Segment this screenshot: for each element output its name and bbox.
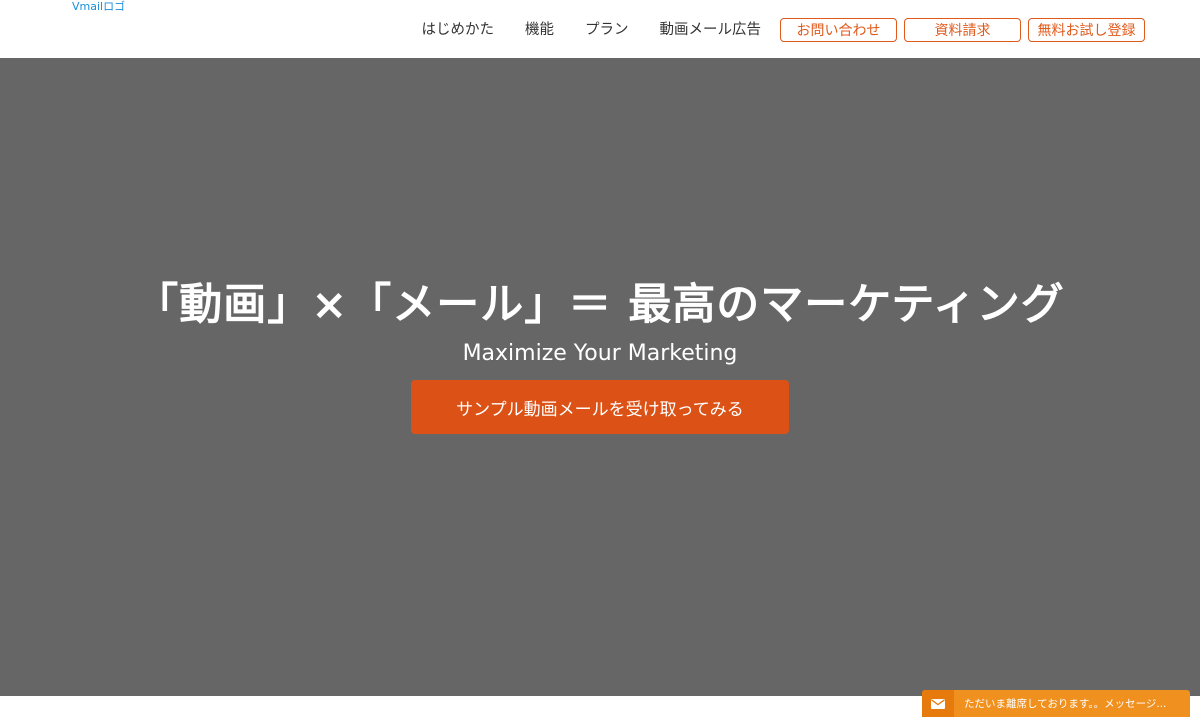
sample-video-mail-button[interactable]: サンプル動画メールを受け取ってみる <box>411 380 789 434</box>
site-header: Vmailロゴ はじめかた 機能 プラン 動画メール広告 お問い合わせ 資料請求… <box>0 0 1200 58</box>
envelope-icon <box>922 690 954 717</box>
nav-link-plans[interactable]: プラン <box>585 18 629 42</box>
chat-widget[interactable]: ただいま離席しております。。メッセージ... <box>922 690 1190 717</box>
hero-title: 「動画」×「メール」＝ 最高のマーケティング <box>135 280 1065 330</box>
nav-link-getting-started[interactable]: はじめかた <box>422 18 495 42</box>
chat-status-text: ただいま離席しております。。メッセージ... <box>964 698 1167 710</box>
hero-subtitle: Maximize Your Marketing <box>462 341 738 366</box>
contact-button[interactable]: お問い合わせ <box>780 18 897 42</box>
nav-link-features[interactable]: 機能 <box>525 18 554 42</box>
hero-section: 「動画」×「メール」＝ 最高のマーケティング Maximize Your Mar… <box>0 58 1200 696</box>
request-materials-button[interactable]: 資料請求 <box>904 18 1021 42</box>
main-nav: はじめかた 機能 プラン 動画メール広告 お問い合わせ 資料請求 無料お試し登録 <box>422 18 1145 42</box>
nav-link-video-mail-ads[interactable]: 動画メール広告 <box>660 18 762 42</box>
free-trial-signup-button[interactable]: 無料お試し登録 <box>1028 18 1145 42</box>
site-logo[interactable]: Vmailロゴ <box>72 0 125 13</box>
